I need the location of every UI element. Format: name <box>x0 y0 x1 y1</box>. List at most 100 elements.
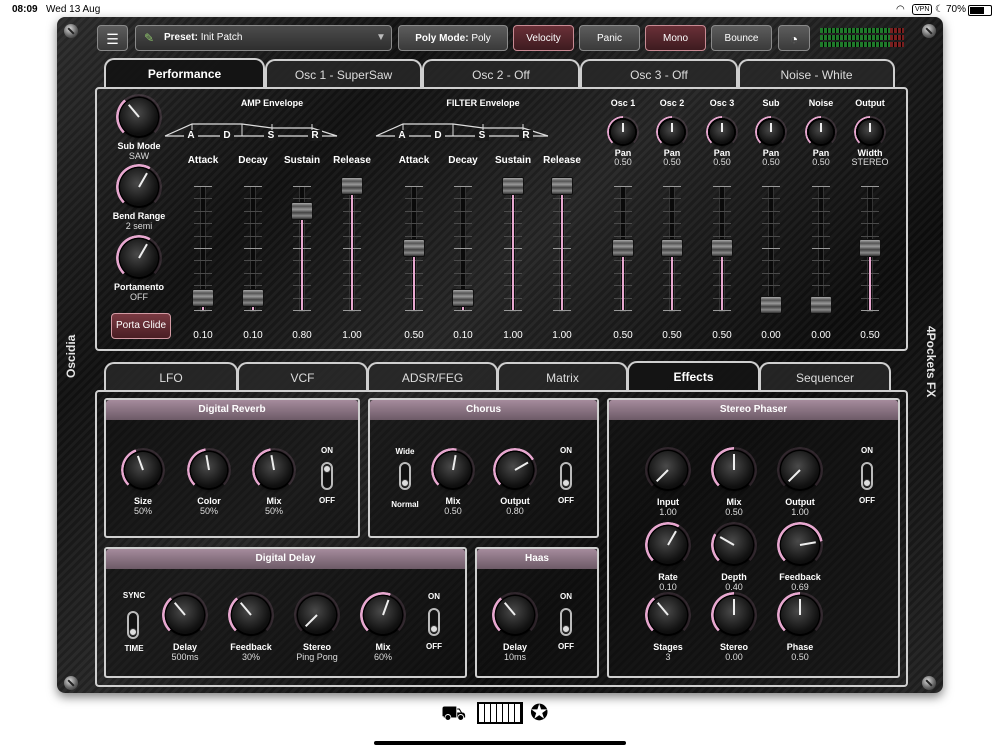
osc-1-pan-knob[interactable] <box>607 116 639 148</box>
chorus-on-label: ON <box>560 446 572 455</box>
amp-decay-fader-handle[interactable] <box>242 288 264 307</box>
mono-button[interactable]: Mono <box>645 25 706 51</box>
poly-mode-button[interactable]: Poly Mode: Poly <box>398 25 508 51</box>
osc-2-level-fader-handle[interactable] <box>661 239 683 257</box>
noise-pan-knob[interactable] <box>805 116 837 148</box>
filter-sustain-value: 1.00 <box>503 330 523 341</box>
phaser-input-value: 1.00 <box>659 507 677 517</box>
osc-1-level-fader-handle[interactable] <box>612 239 634 257</box>
delay-feedback-knob[interactable] <box>228 592 274 638</box>
sub-mode-knob-ring <box>116 94 162 140</box>
panic-button[interactable]: Panic <box>579 25 640 51</box>
output-level-fader-tick <box>861 223 879 225</box>
phaser-rate-knob[interactable] <box>645 522 691 568</box>
phaser-off-label: OFF <box>859 496 875 505</box>
filter-release-fader-tick <box>553 310 571 311</box>
filter-release-value: 1.00 <box>552 330 572 341</box>
delay-toggle[interactable] <box>428 608 440 636</box>
haas-toggle[interactable] <box>560 608 572 636</box>
reverb-color-knob[interactable] <box>187 448 231 492</box>
phaser-depth-label: Depth <box>721 572 747 582</box>
sub-level-fader-handle[interactable] <box>760 296 782 314</box>
tab-osc-2-off[interactable]: Osc 2 - Off <box>422 59 580 87</box>
palette-icon[interactable]: ✪ <box>530 700 548 726</box>
tab-noise-white[interactable]: Noise - White <box>738 59 895 87</box>
delay-stereo-value: Ping Pong <box>296 652 338 662</box>
delay-mix-knob[interactable] <box>360 592 406 638</box>
sub-pan-knob-ring <box>755 116 787 148</box>
phaser-mix-label: Mix <box>726 497 742 507</box>
tab-vcf[interactable]: VCF <box>237 362 368 390</box>
phaser-feedback-knob[interactable] <box>777 522 823 568</box>
haas-delay-knob-ring <box>492 592 538 638</box>
chorus-mix-knob[interactable] <box>431 448 475 492</box>
chorus-mode-toggle[interactable] <box>399 462 411 490</box>
output-width-knob[interactable] <box>854 116 886 148</box>
bounce-button[interactable]: Bounce <box>711 25 772 51</box>
phaser-toggle[interactable] <box>861 462 873 490</box>
tab-matrix[interactable]: Matrix <box>497 362 628 390</box>
filter-decay-fader-handle[interactable] <box>452 288 474 307</box>
chorus-output-knob[interactable] <box>493 448 537 492</box>
osc-3-pan-knob[interactable] <box>706 116 738 148</box>
output-level-fader-handle[interactable] <box>859 239 881 257</box>
tab-effects[interactable]: Effects <box>627 361 760 391</box>
tab-osc-3-off[interactable]: Osc 3 - Off <box>580 59 738 87</box>
tab-lfo[interactable]: LFO <box>104 362 238 390</box>
portamento-knob[interactable] <box>116 235 162 281</box>
bend-range-knob[interactable] <box>116 164 162 210</box>
filter-release-fader-handle[interactable] <box>551 177 573 195</box>
reverb-toggle[interactable] <box>321 462 333 490</box>
amp-sustain-fader-tick <box>293 198 311 200</box>
tab-adsr-feg[interactable]: ADSR/FEG <box>367 362 498 390</box>
osc-3-level-fader-handle[interactable] <box>711 239 733 257</box>
amp-release-fader-handle[interactable] <box>341 177 363 195</box>
chorus-toggle[interactable] <box>560 462 572 490</box>
reverb-size-knob[interactable] <box>121 448 165 492</box>
osc-2-level-value: 0.50 <box>662 330 682 341</box>
reverb-mix-knob[interactable] <box>252 448 296 492</box>
noise-level-fader-handle[interactable] <box>810 296 832 314</box>
status-time: 08:09 <box>12 4 38 15</box>
battery-percent: 70% <box>946 4 967 15</box>
amp-attack-value: 0.10 <box>193 330 213 341</box>
menu-button[interactable]: ☰ <box>97 25 128 51</box>
filter-decay-fader-tick <box>454 248 472 249</box>
tab-sequencer[interactable]: Sequencer <box>759 362 891 390</box>
phaser-stereo-knob[interactable] <box>711 592 757 638</box>
delay-feedback-knob-ring <box>228 592 274 638</box>
phaser-mix-knob[interactable] <box>711 447 757 493</box>
bend-range-label: Bend Range <box>112 211 166 221</box>
delay-time-label: TIME <box>124 644 144 653</box>
phaser-depth-knob[interactable] <box>711 522 757 568</box>
preset-library-icon[interactable]: ⛟ <box>441 703 466 728</box>
delay-stereo-knob[interactable] <box>294 592 340 638</box>
keyboard-icon[interactable] <box>477 702 523 724</box>
settings-button[interactable]: ◔ <box>778 25 810 51</box>
delay-sync-toggle[interactable] <box>127 611 139 639</box>
phaser-phase-knob[interactable] <box>777 592 823 638</box>
amp-sustain-fader-handle[interactable] <box>291 201 313 220</box>
amp-attack-fader-handle[interactable] <box>192 288 214 307</box>
sub-pan-knob[interactable] <box>755 116 787 148</box>
sub-mode-knob[interactable] <box>116 94 162 140</box>
delay-mix-value: 60% <box>373 652 392 662</box>
amp-attack-fader-tick <box>194 210 212 212</box>
osc-2-pan-knob[interactable] <box>656 116 688 148</box>
haas-delay-knob[interactable] <box>492 592 538 638</box>
filter-attack-fader-handle[interactable] <box>403 239 425 257</box>
tab-osc-1-supersaw[interactable]: Osc 1 - SuperSaw <box>265 59 422 87</box>
preset-selector[interactable]: ✎ Preset: Init Patch ▼ <box>135 25 392 51</box>
phaser-stages-knob[interactable] <box>645 592 691 638</box>
filter-envelope-letter-a: A <box>395 130 409 141</box>
delay-delay-knob[interactable] <box>162 592 208 638</box>
tab-performance[interactable]: Performance <box>104 58 265 88</box>
delay-sync-label: SYNC <box>122 591 146 600</box>
filter-decay-fader-tick <box>454 210 472 212</box>
output-level-value: 0.50 <box>860 330 880 341</box>
filter-sustain-fader-handle[interactable] <box>502 177 524 195</box>
phaser-output-knob[interactable] <box>777 447 823 493</box>
phaser-input-knob[interactable] <box>645 447 691 493</box>
velocity-button[interactable]: Velocity <box>513 25 574 51</box>
porta-glide-button[interactable]: Porta Glide <box>111 313 171 339</box>
